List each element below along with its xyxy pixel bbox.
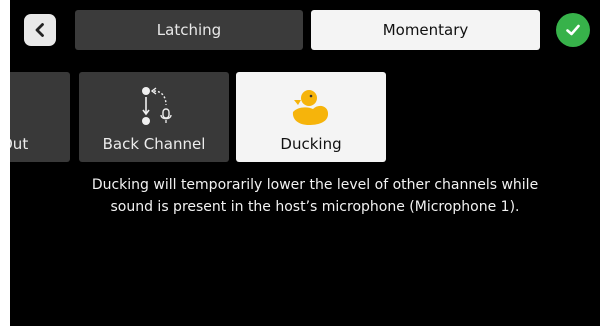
tab-momentary-label: Momentary xyxy=(382,21,469,39)
function-description: Ducking will temporarily lower the level… xyxy=(91,177,539,215)
function-tile-out-label: Out xyxy=(10,135,29,153)
checkmark-icon xyxy=(566,24,580,36)
function-tile-out[interactable]: Out xyxy=(10,72,70,162)
tab-latching[interactable]: Latching xyxy=(75,10,303,50)
tab-momentary[interactable]: Momentary xyxy=(311,10,540,50)
tab-latching-label: Latching xyxy=(156,21,222,39)
chevron-left-icon xyxy=(35,23,44,37)
back-button[interactable] xyxy=(24,14,56,46)
confirm-button[interactable] xyxy=(556,13,590,47)
function-tile-ducking[interactable]: Ducking xyxy=(236,72,386,162)
back-channel-icon xyxy=(142,87,172,125)
function-tile-ducking-label: Ducking xyxy=(280,135,342,153)
duck-icon xyxy=(292,90,329,125)
function-tile-back-channel-label: Back Channel xyxy=(102,135,206,153)
button-function-screen: Latching Momentary Out Back Channel xyxy=(10,0,600,326)
function-tile-back-channel[interactable]: Back Channel xyxy=(79,72,229,162)
